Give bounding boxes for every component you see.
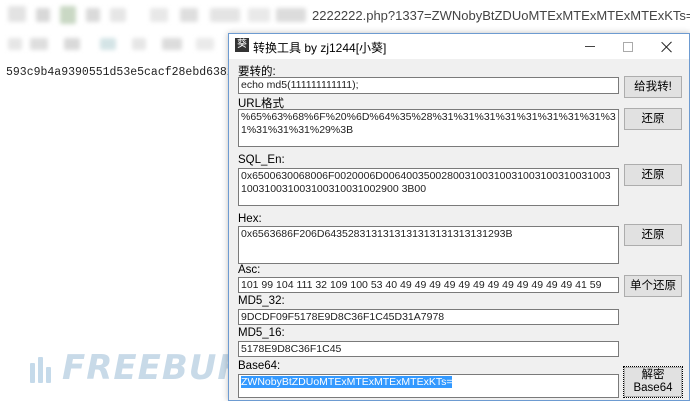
- blurred-toolbar-3: [64, 38, 80, 50]
- hex-output[interactable]: 0x6563686F206D64352831313131313131313131…: [238, 226, 619, 264]
- md5-16-output[interactable]: 5178E9D8C36F1C45: [238, 341, 619, 357]
- blurred-toolbar-4: [100, 38, 116, 50]
- url-text[interactable]: 2222222.php?1337=ZWNobyBtZDUoMTExMTExMTE…: [312, 8, 690, 23]
- blurred-toolbar-6: [162, 38, 182, 50]
- blurred-tab-1: [8, 6, 26, 22]
- page-output-text: 593c9b4a9390551d53e5cacf28ebd63823: [6, 66, 241, 79]
- freebuf-logo-icon: [28, 353, 54, 383]
- sql-restore-button[interactable]: 还原: [624, 164, 682, 186]
- blurred-tab-6: [150, 8, 168, 22]
- sql-output[interactable]: 0x6500630068006F0020006D0064003500280031…: [238, 168, 619, 206]
- maximize-button[interactable]: [610, 34, 646, 59]
- blurred-tab-5: [110, 8, 126, 22]
- source-input[interactable]: echo md5(111111111111);: [238, 77, 619, 94]
- minimize-icon: [585, 46, 595, 47]
- base64-label: Base64:: [238, 360, 281, 372]
- md5-32-output[interactable]: 9DCDF09F5178E9D8C36F1C45D31A7978: [238, 309, 619, 325]
- url-output[interactable]: %65%63%68%6F%20%6D%64%35%28%31%31%31%31%…: [238, 109, 619, 147]
- base64-selected-text: ZWNobyBtZDUoMTExMTExMTExMTExKTs=: [241, 376, 453, 388]
- blurred-tab-3: [60, 6, 76, 24]
- base64-decode-button[interactable]: 解密 Base64: [623, 366, 683, 398]
- blurred-tab-7: [180, 8, 198, 22]
- blurred-tab-10: [276, 8, 306, 22]
- md5-16-label: MD5_16:: [238, 327, 285, 339]
- minimize-button[interactable]: [572, 34, 608, 59]
- blurred-tab-9: [248, 8, 270, 22]
- hex-label: Hex:: [238, 213, 262, 225]
- blurred-toolbar-7: [196, 38, 214, 50]
- dialog-title: 转换工具 by zj1244[小葵]: [253, 41, 387, 55]
- blurred-toolbar-1: [8, 38, 22, 50]
- watermark-text: FREEBUF: [62, 348, 242, 388]
- close-icon: [661, 41, 673, 53]
- base64-decode-label-2: Base64: [633, 382, 673, 394]
- blurred-toolbar-5: [132, 38, 146, 50]
- hex-restore-button[interactable]: 还原: [624, 224, 682, 246]
- asc-label: Asc:: [238, 264, 261, 276]
- md5-32-label: MD5_32:: [238, 295, 285, 307]
- converter-dialog: 葵 转换工具 by zj1244[小葵] 要转的: echo md5(11111…: [228, 33, 690, 401]
- blurred-toolbar-2: [30, 38, 48, 50]
- blurred-tab-8: [210, 8, 240, 22]
- maximize-icon: [623, 41, 633, 52]
- freebuf-watermark: FREEBUF: [28, 348, 242, 388]
- blurred-tab-4: [86, 8, 100, 22]
- blurred-tab-2: [36, 8, 50, 22]
- app-icon: 葵: [235, 38, 249, 52]
- sql-label: SQL_En:: [238, 154, 285, 166]
- url-restore-button[interactable]: 还原: [624, 108, 682, 130]
- browser-address-bar: 2222222.php?1337=ZWNobyBtZDUoMTExMTExMTE…: [0, 0, 690, 34]
- base64-output[interactable]: ZWNobyBtZDUoMTExMTExMTExMTExKTs=: [238, 374, 619, 398]
- asc-restore-single-button[interactable]: 单个还原: [624, 275, 682, 297]
- asc-output[interactable]: 101 99 104 111 32 109 100 53 40 49 49 49…: [238, 277, 619, 293]
- close-button[interactable]: [649, 34, 685, 59]
- dialog-titlebar[interactable]: 葵 转换工具 by zj1244[小葵]: [229, 34, 689, 59]
- base64-decode-label-1: 解密: [641, 369, 665, 381]
- convert-button[interactable]: 给我转!: [624, 76, 682, 98]
